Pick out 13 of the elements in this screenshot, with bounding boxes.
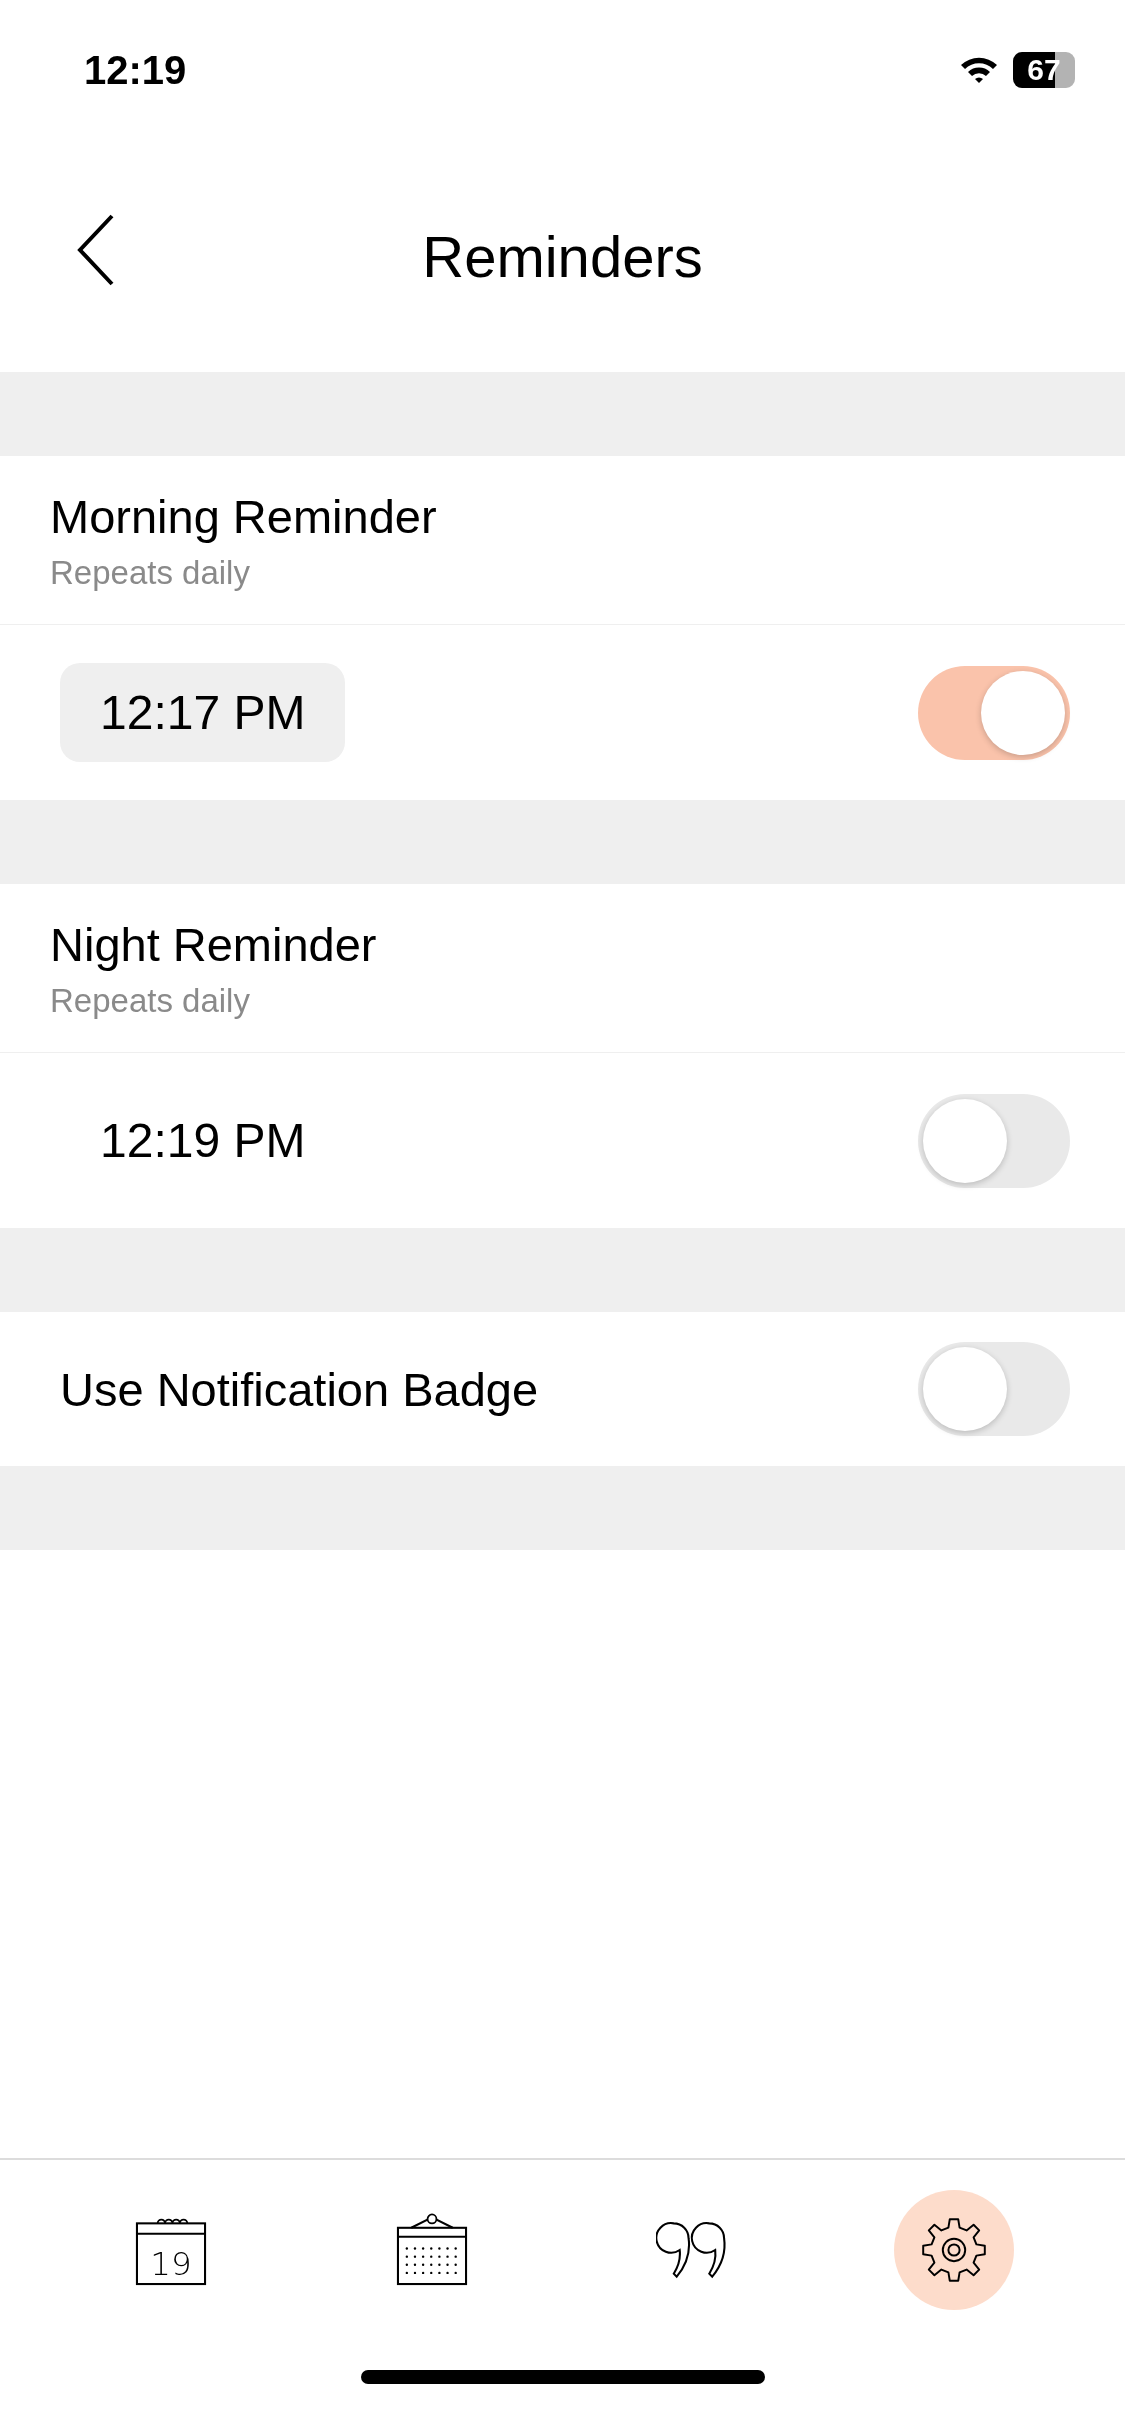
back-icon[interactable]	[76, 212, 116, 288]
page-title: Reminders	[422, 222, 703, 290]
reminder-subtitle: Repeats daily	[50, 981, 251, 1020]
day-calendar-tab[interactable]: 19	[110, 2190, 231, 2310]
time-picker[interactable]: 12:19 PM	[60, 1091, 346, 1190]
reminder-title: Night Reminder	[50, 916, 378, 972]
setting-label: Use Notification Badge	[60, 1361, 539, 1417]
status-time: 12:19	[84, 47, 187, 93]
reminder-subtitle: Repeats daily	[50, 553, 251, 592]
reminder-title: Morning Reminder	[50, 488, 438, 544]
wifi-icon	[959, 55, 999, 85]
calendar-icon	[394, 2213, 469, 2287]
time-picker[interactable]: 12:17 PM	[60, 663, 346, 762]
